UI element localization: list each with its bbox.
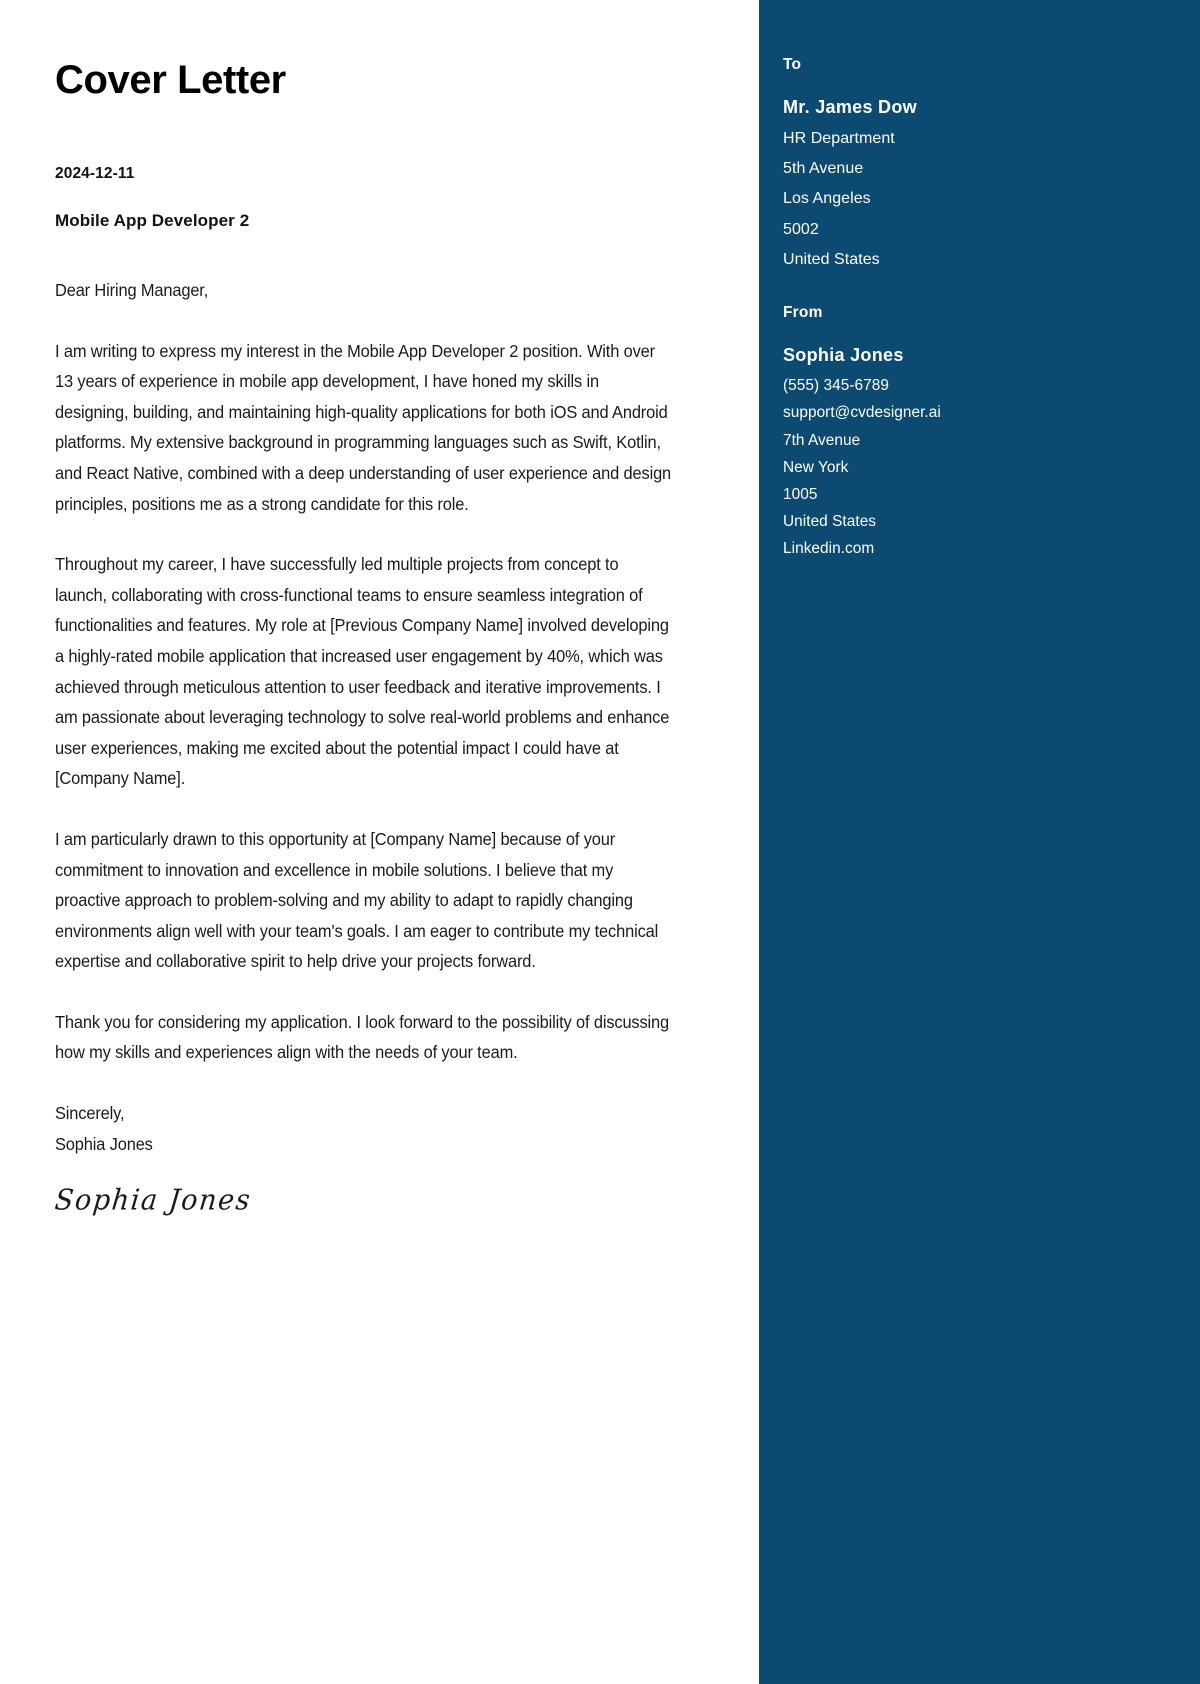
- closing-name: Sophia Jones: [55, 1133, 153, 1154]
- letter-body: Dear Hiring Manager, I am writing to exp…: [55, 275, 674, 1159]
- letter-paragraph-2: Throughout my career, I have successfull…: [55, 554, 670, 789]
- recipient-department: HR Department: [783, 129, 895, 147]
- letter-paragraph-3: I am particularly drawn to this opportun…: [55, 828, 659, 972]
- cover-letter-page: Cover Letter 2024-12-11 Mobile App Devel…: [0, 0, 1200, 1684]
- sender-city: New York: [783, 458, 849, 476]
- sender-email[interactable]: support@cvdesigner.ai: [783, 399, 1160, 426]
- letter-closing: Sincerely, Sophia Jones: [55, 1098, 674, 1159]
- sender-street: 7th Avenue: [783, 431, 861, 449]
- letter-salutation: Dear Hiring Manager,: [55, 280, 209, 300]
- contact-sidebar: To Mr. James Dow HR Department 5th Avenu…: [759, 0, 1200, 1684]
- letter-main-column: Cover Letter 2024-12-11 Mobile App Devel…: [0, 0, 759, 1684]
- sender-heading: From: [783, 304, 823, 322]
- letter-date: 2024-12-11: [55, 165, 135, 182]
- recipient-postal-code: 5002: [783, 220, 819, 238]
- sender-name: Sophia Jones: [783, 345, 904, 366]
- recipient-city: Los Angeles: [783, 190, 871, 208]
- signature-image: Sophia Jones: [53, 1184, 253, 1218]
- recipient-heading: To: [783, 56, 802, 73]
- sender-block: From Sophia Jones (555) 345-6789 support…: [783, 304, 1160, 562]
- recipient-street: 5th Avenue: [783, 160, 864, 178]
- recipient-block: To Mr. James Dow HR Department 5th Avenu…: [783, 56, 1160, 275]
- letter-paragraph-4: Thank you for considering my application…: [55, 1011, 670, 1063]
- sender-country: United States: [783, 513, 877, 531]
- closing-salutation: Sincerely,: [55, 1103, 125, 1124]
- sender-phone[interactable]: (555) 345-6789: [783, 372, 1160, 399]
- sender-linkedin[interactable]: Linkedin.com: [783, 535, 1160, 562]
- recipient-name: Mr. James Dow: [783, 97, 917, 117]
- page-title: Cover Letter: [55, 58, 286, 102]
- letter-position-title: Mobile App Developer 2: [55, 211, 250, 230]
- recipient-country: United States: [783, 251, 880, 269]
- letter-paragraph-1: I am writing to express my interest in t…: [55, 340, 672, 514]
- sender-postal-code: 1005: [783, 486, 818, 504]
